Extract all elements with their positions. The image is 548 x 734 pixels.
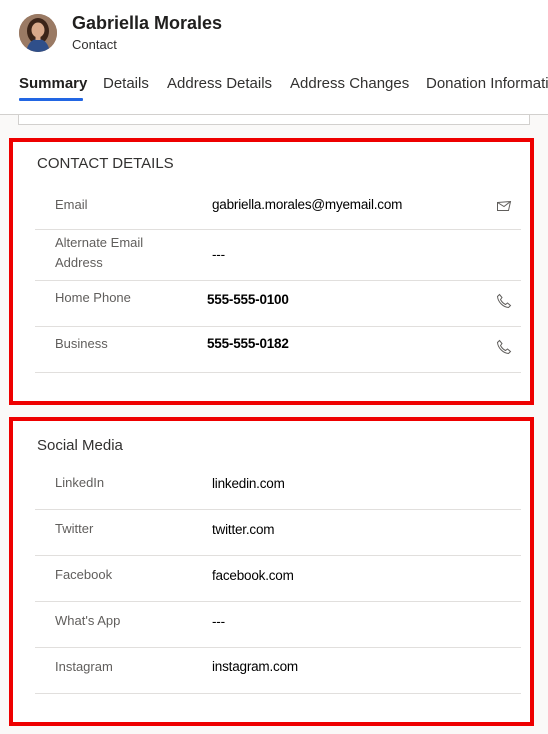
email-label: Email bbox=[55, 197, 88, 212]
form-tabs: Summary Details Address Details Address … bbox=[0, 70, 548, 104]
contact-details-section: CONTACT DETAILS Email gabriella.morales@… bbox=[15, 144, 528, 399]
tab-details[interactable]: Details bbox=[103, 75, 149, 92]
whatsapp-label: What's App bbox=[55, 613, 121, 628]
home-phone-label: Home Phone bbox=[55, 290, 131, 305]
social-media-title: Social Media bbox=[37, 437, 123, 454]
linkedin-row: LinkedIn linkedin.com bbox=[35, 464, 521, 510]
facebook-value[interactable]: facebook.com bbox=[212, 568, 294, 583]
instagram-label: Instagram bbox=[55, 659, 113, 674]
business-phone-label: Business bbox=[55, 336, 108, 351]
tab-address-details[interactable]: Address Details bbox=[167, 75, 272, 92]
social-media-section: Social Media LinkedIn linkedin.com Twitt… bbox=[15, 423, 528, 720]
email-value[interactable]: gabriella.morales@myemail.com bbox=[212, 197, 402, 212]
contact-details-highlight: CONTACT DETAILS Email gabriella.morales@… bbox=[9, 138, 534, 405]
facebook-label: Facebook bbox=[55, 567, 113, 582]
alternate-email-row: Alternate Email Address --- bbox=[35, 230, 521, 281]
social-media-highlight: Social Media LinkedIn linkedin.com Twitt… bbox=[9, 417, 534, 726]
business-phone-value[interactable]: 555-555-0182 bbox=[207, 336, 289, 351]
whatsapp-row: What's App --- bbox=[35, 602, 521, 648]
record-name: Gabriella Morales bbox=[72, 13, 223, 33]
record-header: Gabriella Morales Contact bbox=[0, 0, 548, 62]
alternate-email-label: Alternate Email Address bbox=[55, 235, 144, 270]
active-tab-indicator bbox=[19, 98, 83, 101]
phone-icon[interactable] bbox=[496, 339, 512, 355]
facebook-row: Facebook facebook.com bbox=[35, 556, 521, 602]
twitter-row: Twitter twitter.com bbox=[35, 510, 521, 556]
contact-details-title: CONTACT DETAILS bbox=[37, 155, 174, 172]
linkedin-value[interactable]: linkedin.com bbox=[212, 476, 285, 491]
linkedin-label: LinkedIn bbox=[55, 475, 105, 490]
tab-donation-information[interactable]: Donation Information bbox=[426, 75, 548, 92]
instagram-row: Instagram instagram.com bbox=[35, 648, 521, 694]
email-icon[interactable] bbox=[496, 198, 512, 214]
alternate-email-value[interactable]: --- bbox=[212, 247, 225, 262]
twitter-value[interactable]: twitter.com bbox=[212, 522, 275, 537]
whatsapp-value[interactable]: --- bbox=[212, 614, 225, 629]
twitter-label: Twitter bbox=[55, 521, 94, 536]
contact-form-page: Gabriella Morales Contact Summary Detail… bbox=[0, 0, 548, 734]
instagram-value[interactable]: instagram.com bbox=[212, 659, 298, 674]
business-phone-row: Business 555-555-0182 bbox=[35, 327, 521, 373]
tab-address-changes[interactable]: Address Changes bbox=[290, 75, 409, 92]
email-row: Email gabriella.morales@myemail.com bbox=[35, 182, 521, 230]
home-phone-value[interactable]: 555-555-0100 bbox=[207, 292, 289, 307]
avatar bbox=[19, 14, 57, 52]
tab-summary[interactable]: Summary bbox=[19, 75, 87, 92]
record-entity-type: Contact bbox=[72, 37, 117, 52]
previous-section-edge bbox=[18, 115, 530, 125]
home-phone-row: Home Phone 555-555-0100 bbox=[35, 281, 521, 327]
phone-icon[interactable] bbox=[496, 293, 512, 309]
